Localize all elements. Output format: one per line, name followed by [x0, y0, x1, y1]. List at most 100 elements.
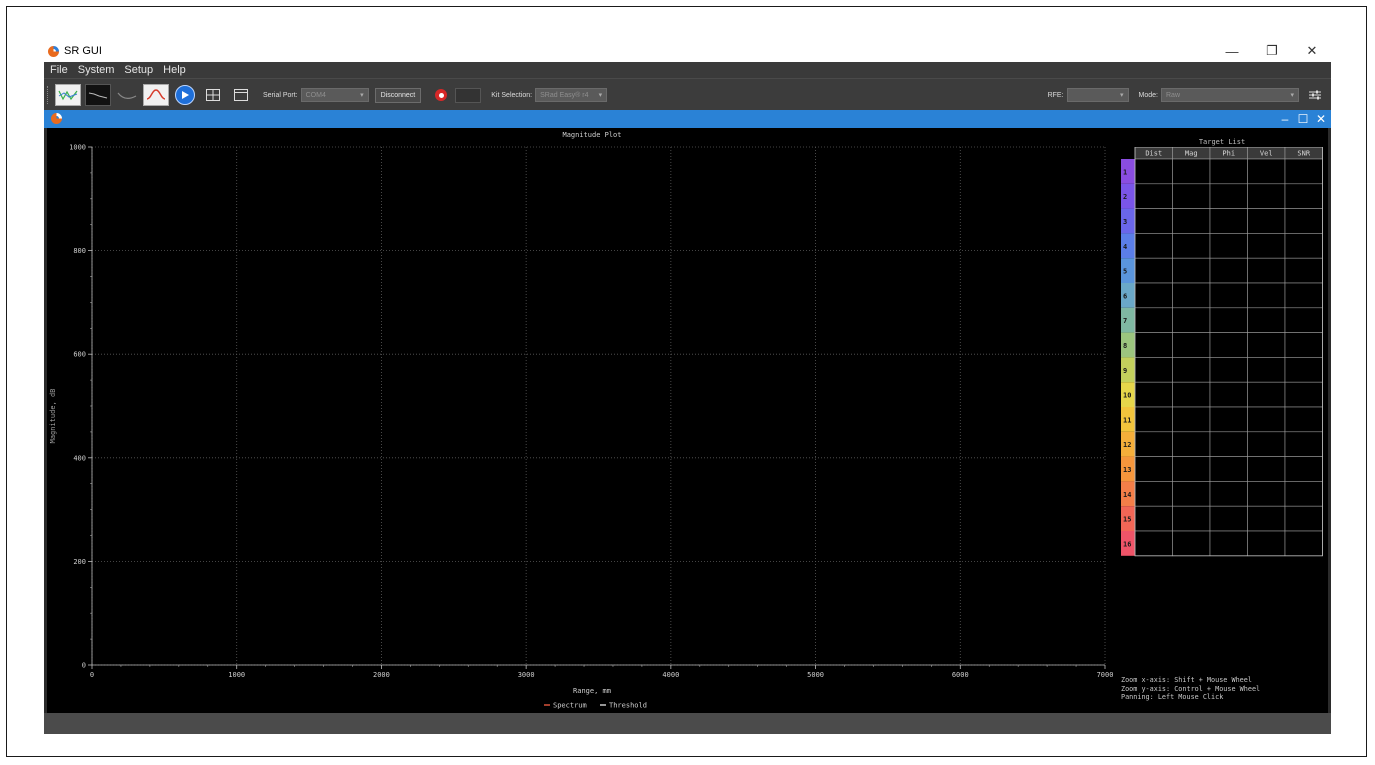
menu-file[interactable]: File: [44, 64, 73, 76]
table-cell: [1172, 505, 1211, 532]
menu-help[interactable]: Help: [158, 64, 191, 76]
rfe-label: RFE:: [1047, 91, 1064, 99]
navigation-hints: Zoom x-axis: Shift + Mouse Wheel Zoom y-…: [1121, 676, 1260, 702]
table-cell: [1209, 208, 1248, 234]
table-cell: [1247, 481, 1286, 507]
subwindow-close-button[interactable]: ✕: [1313, 111, 1329, 126]
maximize-button[interactable]: ❐: [1261, 43, 1283, 59]
table-cell: [1209, 357, 1248, 383]
y-tick-label: 600: [73, 351, 86, 359]
table-cell: [1209, 332, 1248, 358]
rfe-select[interactable]: ▾: [1066, 88, 1129, 102]
waterfall-view-button[interactable]: [115, 85, 139, 105]
table-header-mag: Mag: [1185, 150, 1198, 158]
target-index-label: 4: [1123, 243, 1127, 251]
x-axis-label: Range, mm: [573, 687, 611, 695]
table-cell: [1134, 505, 1173, 532]
table-cell: [1247, 183, 1286, 209]
table-cell: [1172, 431, 1211, 457]
hint-zoom-x: Zoom x-axis: Shift + Mouse Wheel: [1121, 676, 1252, 684]
target-index-label: 3: [1123, 218, 1127, 226]
table-cell: [1247, 307, 1286, 333]
table-cell: [1134, 307, 1173, 333]
target-index-label: 1: [1123, 168, 1127, 176]
x-tick-label: 7000: [1097, 671, 1114, 679]
table-cell: [1209, 282, 1248, 309]
table-cell: [1209, 257, 1248, 284]
start-button[interactable]: [173, 85, 197, 105]
play-icon: [175, 85, 195, 105]
plot-legend: Spectrum Threshold: [544, 702, 647, 710]
record-icon[interactable]: [435, 89, 448, 101]
kit-selection-select[interactable]: SRad Easy® r4 ▾: [535, 88, 608, 102]
settings-button[interactable]: [1303, 85, 1327, 105]
spectrum-view-button[interactable]: [85, 84, 111, 106]
x-tick-label: 4000: [662, 671, 679, 679]
table-header-phi: Phi: [1222, 150, 1235, 158]
hint-panning: Panning: Left Mouse Click: [1121, 693, 1224, 701]
minimize-button[interactable]: —: [1221, 44, 1243, 59]
table-cell: [1172, 282, 1211, 309]
table-cell: [1284, 257, 1323, 284]
y-tick-label: 1000: [69, 144, 86, 152]
toolbar-grip[interactable]: [47, 86, 51, 104]
x-tick-label: 5000: [807, 671, 824, 679]
close-button[interactable]: ✕: [1301, 43, 1323, 59]
toolbar: Serial Port: COM4 ▾ Disconnect Kit Selec…: [44, 78, 1331, 111]
table-cell: [1209, 431, 1248, 457]
magnitude-view-button[interactable]: [143, 84, 169, 106]
target-index-label: 8: [1123, 342, 1127, 350]
table-header-snr: SNR: [1297, 150, 1310, 158]
target-index-label: 12: [1123, 441, 1131, 449]
table-cell: [1209, 307, 1248, 333]
table-cell: [1209, 183, 1248, 209]
table-cell: [1172, 481, 1211, 507]
table-cell: [1247, 530, 1286, 557]
table-cell: [1284, 282, 1323, 309]
serial-port-select[interactable]: COM4 ▾: [300, 88, 369, 102]
table-cell: [1284, 406, 1323, 433]
table-cell: [1134, 233, 1173, 259]
table-cell: [1284, 208, 1323, 234]
y-tick-label: 200: [73, 558, 86, 566]
table-cell: [1134, 257, 1173, 284]
chevron-down-icon: ▾: [1290, 92, 1294, 99]
single-layout-button[interactable]: [229, 85, 253, 105]
legend-spectrum-label: Spectrum: [553, 702, 587, 710]
table-cell: [1284, 332, 1323, 358]
menu-bar: File System Setup Help: [44, 62, 1331, 78]
target-index-label: 14: [1123, 491, 1131, 499]
table-cell: [1247, 505, 1286, 532]
grid-layout-icon: [206, 89, 220, 101]
table-cell: [1284, 233, 1323, 259]
chevron-down-icon: ▾: [598, 92, 603, 99]
subwindow-maximize-button[interactable]: ☐: [1295, 111, 1311, 126]
table-cell: [1172, 357, 1211, 383]
plot-area: Magnitude Plot 0 200 400 600 800 1000 0 1000 200…: [47, 128, 1328, 713]
serial-port-value: COM4: [305, 91, 326, 99]
menu-setup[interactable]: Setup: [119, 64, 158, 76]
target-index-label: 2: [1123, 193, 1127, 201]
tile-layout-button[interactable]: [201, 85, 225, 105]
table-cell: [1284, 505, 1323, 532]
spectrum-icon: [88, 92, 108, 99]
table-header-vel: Vel: [1260, 150, 1273, 158]
y-tick-label: 400: [73, 454, 86, 462]
table-cell: [1172, 332, 1211, 358]
table-cell: [1134, 456, 1173, 482]
table-cell: [1247, 158, 1286, 185]
target-index-label: 10: [1123, 392, 1131, 400]
mode-select[interactable]: Raw ▾: [1161, 88, 1299, 102]
time-signal-view-button[interactable]: [55, 84, 81, 106]
table-cell: [1247, 381, 1286, 408]
table-cell: [1247, 282, 1286, 309]
table-cell: [1172, 381, 1211, 408]
disconnect-button[interactable]: Disconnect: [374, 87, 422, 103]
menu-system[interactable]: System: [73, 64, 120, 76]
table-cell: [1247, 208, 1286, 234]
x-tick-label: 6000: [952, 671, 969, 679]
target-index-label: 9: [1123, 367, 1127, 375]
subwindow-minimize-button[interactable]: –: [1277, 111, 1293, 126]
target-list-title: Target List: [1198, 138, 1246, 146]
table-cell: [1172, 307, 1211, 333]
